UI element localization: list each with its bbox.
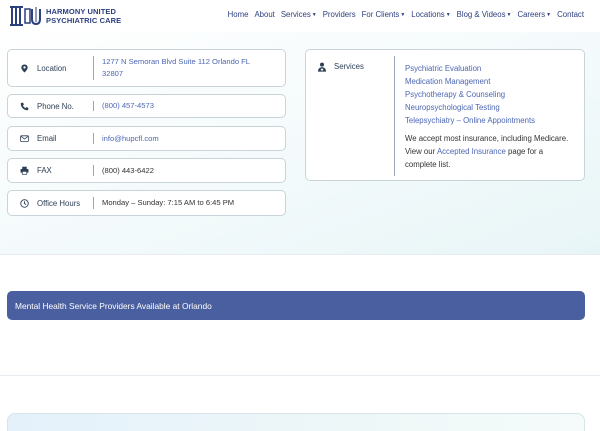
banner-text: Mental Health Service Providers Availabl… bbox=[15, 300, 212, 311]
envelope-icon bbox=[17, 134, 31, 143]
nav-services[interactable]: Services ▼ bbox=[281, 10, 317, 19]
email-label: Email bbox=[37, 134, 57, 143]
nav-locations[interactable]: Locations ▼ bbox=[411, 10, 450, 19]
map-pin-icon bbox=[17, 63, 31, 73]
logo-text: HARMONY UNITED PSYCHIATRIC CARE bbox=[46, 7, 121, 25]
info-row-fax: FAX (800) 443-6422 bbox=[7, 158, 286, 183]
info-row-phone: Phone No. (800) 457-4573 bbox=[7, 94, 286, 118]
nav-for-clients[interactable]: For Clients ▼ bbox=[362, 10, 406, 19]
phone-icon bbox=[17, 102, 31, 111]
clock-icon bbox=[17, 198, 31, 208]
services-label: Services bbox=[334, 62, 364, 71]
accepted-insurance-link[interactable]: Accepted Insurance bbox=[437, 147, 506, 156]
info-row-office-hours: Office Hours Monday – Sunday: 7:15 AM to… bbox=[7, 190, 286, 216]
user-doctor-icon bbox=[318, 62, 326, 72]
info-row-location: Location 1277 N Semoran Blvd Suite 112 O… bbox=[7, 49, 286, 87]
chevron-down-icon: ▼ bbox=[506, 11, 512, 18]
fax-value: (800) 443-6422 bbox=[102, 165, 154, 175]
nav-providers[interactable]: Providers bbox=[323, 10, 356, 19]
service-link-psychotherapy[interactable]: Psychotherapy & Counseling bbox=[405, 88, 535, 101]
email-link[interactable]: info@hupcfl.com bbox=[102, 133, 159, 145]
fax-label: FAX bbox=[37, 166, 52, 175]
nav-home[interactable]: Home bbox=[228, 10, 249, 19]
main-nav: Home About Services ▼ Providers For Clien… bbox=[222, 10, 584, 19]
phone-label: Phone No. bbox=[37, 101, 74, 111]
nav-contact[interactable]: Contact bbox=[557, 10, 584, 19]
section-divider bbox=[0, 254, 600, 255]
services-box: Services Psychiatric Evaluation Medicati… bbox=[305, 49, 585, 181]
insurance-note: We accept most insurance, including Medi… bbox=[405, 134, 569, 169]
brand-line2: PSYCHIATRIC CARE bbox=[46, 16, 122, 25]
services-list: Psychiatric Evaluation Medication Manage… bbox=[405, 62, 535, 127]
office-hours-label: Office Hours bbox=[37, 198, 81, 208]
section-divider bbox=[0, 375, 600, 376]
office-hours-value: Monday – Sunday: 7:15 AM to 6:45 PM bbox=[102, 198, 235, 207]
chevron-down-icon: ▼ bbox=[546, 11, 552, 18]
service-link-psychiatric-evaluation[interactable]: Psychiatric Evaluation bbox=[405, 62, 535, 75]
site-header: HARMONY UNITED PSYCHIATRIC CARE Home Abo… bbox=[0, 0, 600, 32]
service-link-telepsychiatry[interactable]: Telepsychiatry – Online Appointments bbox=[405, 114, 535, 127]
nav-blog-videos[interactable]: Blog & Videos ▼ bbox=[457, 10, 512, 19]
nav-careers[interactable]: Careers ▼ bbox=[517, 10, 551, 19]
printer-icon bbox=[17, 166, 31, 175]
providers-banner: Mental Health Service Providers Availabl… bbox=[7, 291, 585, 320]
site-logo[interactable]: HARMONY UNITED PSYCHIATRIC CARE bbox=[10, 4, 121, 28]
nav-about[interactable]: About bbox=[254, 10, 274, 19]
logo-columns-icon bbox=[10, 6, 41, 26]
location-label: Location bbox=[37, 63, 67, 73]
brand-line1: HARMONY UNITED bbox=[46, 7, 117, 16]
chevron-down-icon: ▼ bbox=[445, 11, 451, 18]
info-row-email: Email info@hupcfl.com bbox=[7, 126, 286, 151]
service-link-medication-management[interactable]: Medication Management bbox=[405, 75, 535, 88]
service-link-neuropsychological-testing[interactable]: Neuropsychological Testing bbox=[405, 101, 535, 114]
bottom-section-card bbox=[7, 413, 585, 431]
chevron-down-icon: ▼ bbox=[311, 11, 317, 18]
location-address-link[interactable]: 1277 N Semoran Blvd Suite 112 Orlando FL… bbox=[102, 56, 250, 80]
phone-link[interactable]: (800) 457-4573 bbox=[102, 100, 154, 112]
chevron-down-icon: ▼ bbox=[400, 11, 406, 18]
